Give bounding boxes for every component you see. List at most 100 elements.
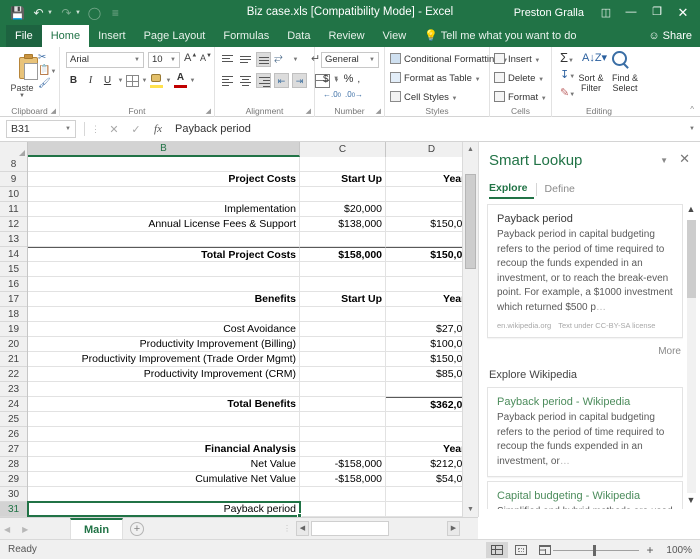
sort-and-filter-icon[interactable]: A↓Z▾ [582, 51, 607, 64]
next-sheet-icon[interactable]: ▶ [22, 525, 28, 534]
row-header[interactable]: 31 [0, 502, 27, 517]
table-row[interactable] [28, 487, 478, 502]
pane-scrollbar-thumb[interactable] [687, 220, 696, 298]
cell-b[interactable]: Payback period [28, 502, 300, 516]
currency-caret-icon[interactable]: ▼ [333, 76, 340, 82]
row-header[interactable]: 25 [0, 412, 27, 427]
table-row[interactable]: BenefitsStart UpYear 1 [28, 292, 478, 307]
find-and-select-icon[interactable] [612, 51, 627, 66]
cell-c[interactable] [300, 502, 386, 516]
row-header[interactable]: 18 [0, 307, 27, 322]
alignment-dialog-launcher[interactable]: ◢ [306, 107, 311, 115]
cell-c[interactable] [300, 307, 386, 321]
autosum-icon[interactable]: Σ▼ [560, 50, 574, 65]
row-header[interactable]: 21 [0, 352, 27, 367]
cell-b[interactable]: Benefits [28, 292, 300, 306]
cell-c[interactable] [300, 232, 386, 246]
zoom-in-button[interactable]: + [642, 543, 658, 557]
page-layout-view-icon[interactable] [510, 542, 532, 558]
orientation-icon[interactable]: ⥂ [274, 52, 289, 67]
table-row[interactable] [28, 277, 478, 292]
cell-c[interactable] [300, 337, 386, 351]
vertical-scrollbar-thumb[interactable] [465, 174, 476, 269]
row-header[interactable]: 15 [0, 262, 27, 277]
table-row[interactable]: Productivity Improvement (Trade Order Mg… [28, 352, 478, 367]
decrease-indent-icon[interactable]: ⇤ [274, 73, 289, 88]
pane-scrollbar[interactable]: ▲ ▼ [684, 204, 698, 509]
number-format-caret-icon[interactable]: ▼ [369, 53, 375, 67]
table-row[interactable] [28, 412, 478, 427]
row-header[interactable]: 29 [0, 472, 27, 487]
cell-c[interactable] [300, 367, 386, 381]
row-header[interactable]: 16 [0, 277, 27, 292]
close-button[interactable]: ✕ [670, 0, 696, 25]
paste-dropdown-caret-icon[interactable]: ▼ [3, 93, 41, 99]
row-header[interactable]: 20 [0, 337, 27, 352]
currency-format-button[interactable]: $ [323, 74, 329, 85]
align-right-button[interactable] [256, 73, 271, 88]
cell-c[interactable]: $158,000 [300, 247, 386, 261]
cell-b[interactable] [28, 412, 300, 426]
borders-icon[interactable] [126, 75, 139, 87]
align-top-button[interactable] [220, 52, 235, 67]
cell-c[interactable]: Start Up [300, 172, 386, 186]
font-color-icon[interactable]: A [174, 74, 187, 88]
cell-b[interactable]: Project Costs [28, 172, 300, 186]
font-dialog-launcher[interactable]: ◢ [206, 107, 211, 115]
pane-close-icon[interactable]: ✕ [679, 151, 690, 167]
cell-b[interactable]: Productivity Improvement (Trade Order Mg… [28, 352, 300, 366]
cell-c[interactable] [300, 352, 386, 366]
table-row[interactable]: Project CostsStart UpYear 1 [28, 172, 478, 187]
tab-home[interactable]: Home [42, 25, 89, 47]
scroll-up-icon[interactable]: ▲ [463, 142, 478, 157]
row-header[interactable]: 8 [0, 157, 27, 172]
table-row[interactable] [28, 232, 478, 247]
clipboard-dialog-launcher[interactable]: ◢ [51, 107, 56, 115]
tab-view[interactable]: View [374, 25, 416, 47]
pane-scroll-up-icon[interactable]: ▲ [684, 204, 698, 218]
grid-vertical-scrollbar[interactable]: ▲ ▼ [462, 142, 478, 517]
cell-b[interactable]: Total Project Costs [28, 247, 300, 261]
wiki-result-title[interactable]: Payback period - Wikipedia [497, 396, 673, 408]
table-row[interactable]: Implementation$20,000 [28, 202, 478, 217]
table-row[interactable]: Total Project Costs$158,000$150,000 [28, 247, 478, 262]
shrink-font-icon[interactable]: A▼ [200, 53, 212, 63]
percent-format-button[interactable]: % [344, 73, 354, 85]
cell-c[interactable]: -$158,000 [300, 457, 386, 471]
tab-page-layout[interactable]: Page Layout [135, 25, 215, 47]
cell-b[interactable]: Annual License Fees & Support [28, 217, 300, 231]
column-header-b[interactable]: B [28, 142, 300, 157]
row-header[interactable]: 11 [0, 202, 27, 217]
scissors-icon[interactable]: ✂ [38, 51, 60, 64]
cell-c[interactable] [300, 412, 386, 426]
cell-c[interactable]: Start Up [300, 292, 386, 306]
row-header[interactable]: 12 [0, 217, 27, 232]
select-all-button[interactable] [0, 142, 28, 157]
table-row[interactable] [28, 157, 478, 172]
format-as-table-button[interactable]: Format as Table ▼ [390, 72, 481, 84]
format-cells-button[interactable]: Format ▼ [494, 91, 547, 103]
row-header[interactable]: 28 [0, 457, 27, 472]
scroll-down-icon[interactable]: ▼ [463, 502, 478, 517]
cell-b[interactable] [28, 187, 300, 201]
lookup-result-card[interactable]: Payback period Payback period in capital… [487, 204, 683, 338]
name-box[interactable]: B31 ▼ [6, 120, 76, 138]
cell-c[interactable] [300, 157, 386, 171]
cell-c[interactable] [300, 322, 386, 336]
table-row[interactable] [28, 307, 478, 322]
cell-b[interactable]: Productivity Improvement (CRM) [28, 367, 300, 381]
horizontal-scrollbar[interactable]: ◀ ▶ [296, 521, 472, 536]
formula-input[interactable]: Payback period [169, 120, 684, 138]
cell-b[interactable]: Total Benefits [28, 397, 300, 411]
cell-b[interactable]: Cumulative Net Value [28, 472, 300, 486]
scroll-left-icon[interactable]: ◀ [296, 521, 309, 536]
cell-b[interactable] [28, 307, 300, 321]
paste-icon[interactable] [8, 51, 34, 81]
table-row[interactable] [28, 382, 478, 397]
paste-button[interactable]: Paste [3, 83, 41, 93]
cell-c[interactable]: $138,000 [300, 217, 386, 231]
tab-insert[interactable]: Insert [89, 25, 135, 47]
cell-b[interactable]: Cost Avoidance [28, 322, 300, 336]
pane-tab-define[interactable]: Define [545, 183, 583, 198]
table-row[interactable]: Productivity Improvement (CRM)$85,000 [28, 367, 478, 382]
